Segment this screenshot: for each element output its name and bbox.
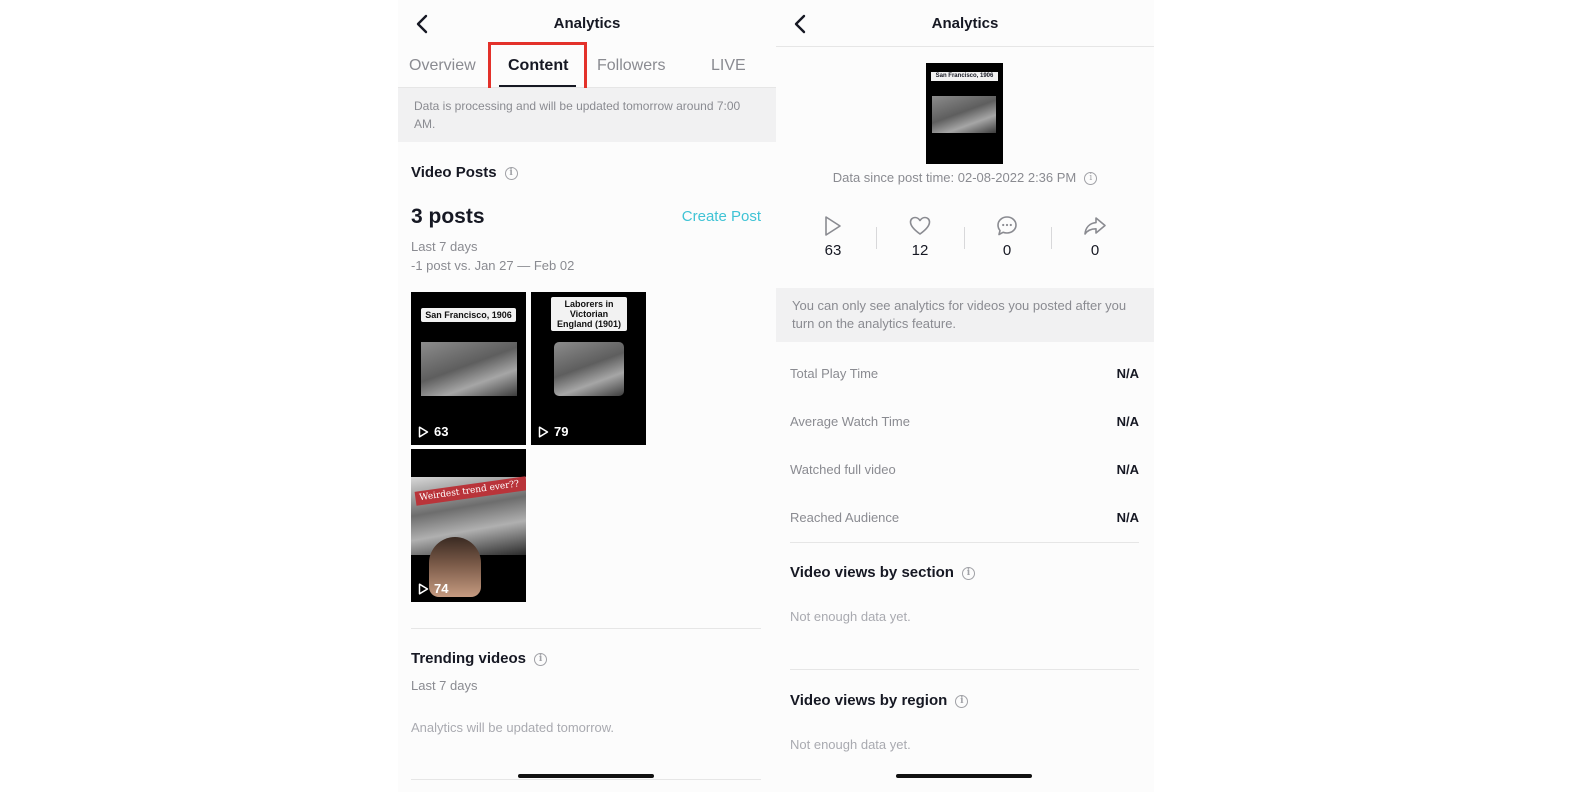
shares-metric: 0 <box>1065 213 1125 259</box>
views-value: 63 <box>824 242 842 259</box>
video-analytics-screen: Analytics San Francisco, 1906 Data since… <box>776 0 1154 792</box>
stat-row-watched-full-video: Watched full video N/A <box>790 462 1139 482</box>
analytics-feature-notice: You can only see analytics for videos yo… <box>776 288 1154 342</box>
post-caption: San Francisco, 1906 <box>931 72 998 81</box>
play-icon <box>538 425 549 438</box>
stat-label: Watched full video <box>790 462 896 477</box>
metric-divider <box>1051 227 1052 249</box>
views-by-section-heading: Video views by section i <box>790 564 975 581</box>
stat-label: Reached Audience <box>790 510 900 525</box>
video-caption: Laborers in Victorian England (1901) <box>551 297 627 331</box>
metric-divider <box>964 227 965 249</box>
stat-label: Total Play Time <box>790 366 879 381</box>
shares-value: 0 <box>1090 242 1100 259</box>
stat-row-reached-audience: Reached Audience N/A <box>790 510 1139 530</box>
top-bar: Analytics <box>398 0 776 47</box>
stat-row-total-play-time: Total Play Time N/A <box>790 366 1139 386</box>
views-by-section-note: Not enough data yet. <box>790 609 911 624</box>
tab-live[interactable]: LIVE <box>711 57 746 75</box>
trending-note: Analytics will be updated tomorrow. <box>411 720 615 735</box>
video-posts-heading: Video Posts i <box>411 164 518 181</box>
tab-bar: Overview Content Followers LIVE <box>398 47 776 88</box>
trending-videos-heading-text: Trending videos <box>411 650 527 667</box>
info-icon[interactable]: i <box>1084 172 1098 186</box>
top-bar: Analytics <box>776 0 1154 47</box>
stat-value: N/A <box>1116 510 1139 525</box>
likes-value: 12 <box>911 242 929 259</box>
video-thumbnail[interactable]: San Francisco, 1906 63 <box>411 292 526 445</box>
video-photo <box>421 342 517 396</box>
trending-videos-heading: Trending videos i <box>411 650 548 667</box>
video-thumbnail[interactable]: Weirdest trend ever?? 74 <box>411 449 526 602</box>
play-icon <box>418 425 429 438</box>
view-count-value: 79 <box>554 424 569 439</box>
section-divider <box>411 779 761 780</box>
posts-count: 3 posts <box>411 205 485 228</box>
section-divider <box>790 669 1139 670</box>
stat-row-average-watch-time: Average Watch Time N/A <box>790 414 1139 434</box>
video-photo <box>554 342 624 396</box>
video-posts-heading-text: Video Posts <box>411 164 497 181</box>
info-icon[interactable]: i <box>504 166 518 180</box>
create-post-link[interactable]: Create Post <box>682 208 761 225</box>
active-tab-indicator <box>499 85 576 87</box>
info-icon[interactable]: i <box>955 694 969 708</box>
post-time-label: Data since post time: 02-08-2022 2:36 PM… <box>776 170 1154 186</box>
play-icon <box>418 582 429 595</box>
post-thumbnail[interactable]: San Francisco, 1906 <box>926 63 1003 164</box>
view-count-value: 74 <box>434 581 449 596</box>
view-count-value: 63 <box>434 424 449 439</box>
stat-value: N/A <box>1116 462 1139 477</box>
period-label: Last 7 days <box>411 239 478 254</box>
metric-divider <box>876 227 877 249</box>
views-by-region-heading-text: Video views by region <box>790 692 948 709</box>
views-by-region-heading: Video views by region i <box>790 692 969 709</box>
post-time-text: Data since post time: 02-08-2022 2:36 PM <box>832 170 1077 185</box>
content-analytics-screen: Analytics Overview Content Followers LIV… <box>398 0 776 792</box>
comments-metric: 0 <box>977 213 1037 259</box>
share-icon <box>1084 217 1106 235</box>
view-count: 74 <box>418 581 448 596</box>
view-count: 79 <box>538 424 568 439</box>
engagement-metrics: 63 12 0 0 <box>776 213 1154 267</box>
info-icon[interactable]: i <box>534 652 548 666</box>
post-photo <box>932 96 996 133</box>
trending-period-label: Last 7 days <box>411 678 478 693</box>
stat-value: N/A <box>1116 414 1139 429</box>
heart-icon <box>909 216 931 235</box>
info-icon[interactable]: i <box>961 566 975 580</box>
views-by-region-note: Not enough data yet. <box>790 737 911 752</box>
tab-overview[interactable]: Overview <box>409 57 476 75</box>
video-thumbnail[interactable]: Laborers in Victorian England (1901) 79 <box>531 292 646 445</box>
processing-notice: Data is processing and will be updated t… <box>398 88 776 142</box>
stat-value: N/A <box>1116 366 1139 381</box>
stat-label: Average Watch Time <box>790 414 910 429</box>
page-title: Analytics <box>553 15 621 32</box>
view-count: 63 <box>418 424 448 439</box>
section-divider <box>790 542 1139 543</box>
play-icon <box>825 216 841 236</box>
video-caption: San Francisco, 1906 <box>421 308 516 322</box>
views-by-section-heading-text: Video views by section <box>790 564 954 581</box>
tab-followers[interactable]: Followers <box>597 57 665 75</box>
views-metric: 63 <box>803 213 863 259</box>
comment-icon <box>997 216 1017 236</box>
tab-content[interactable]: Content <box>508 57 568 75</box>
comments-value: 0 <box>1002 242 1012 259</box>
home-indicator <box>518 774 654 778</box>
home-indicator <box>896 774 1032 778</box>
comparison-label: -1 post vs. Jan 27 — Feb 02 <box>411 258 575 273</box>
section-divider <box>411 628 761 629</box>
page-title: Analytics <box>931 15 999 32</box>
likes-metric: 12 <box>890 213 950 259</box>
